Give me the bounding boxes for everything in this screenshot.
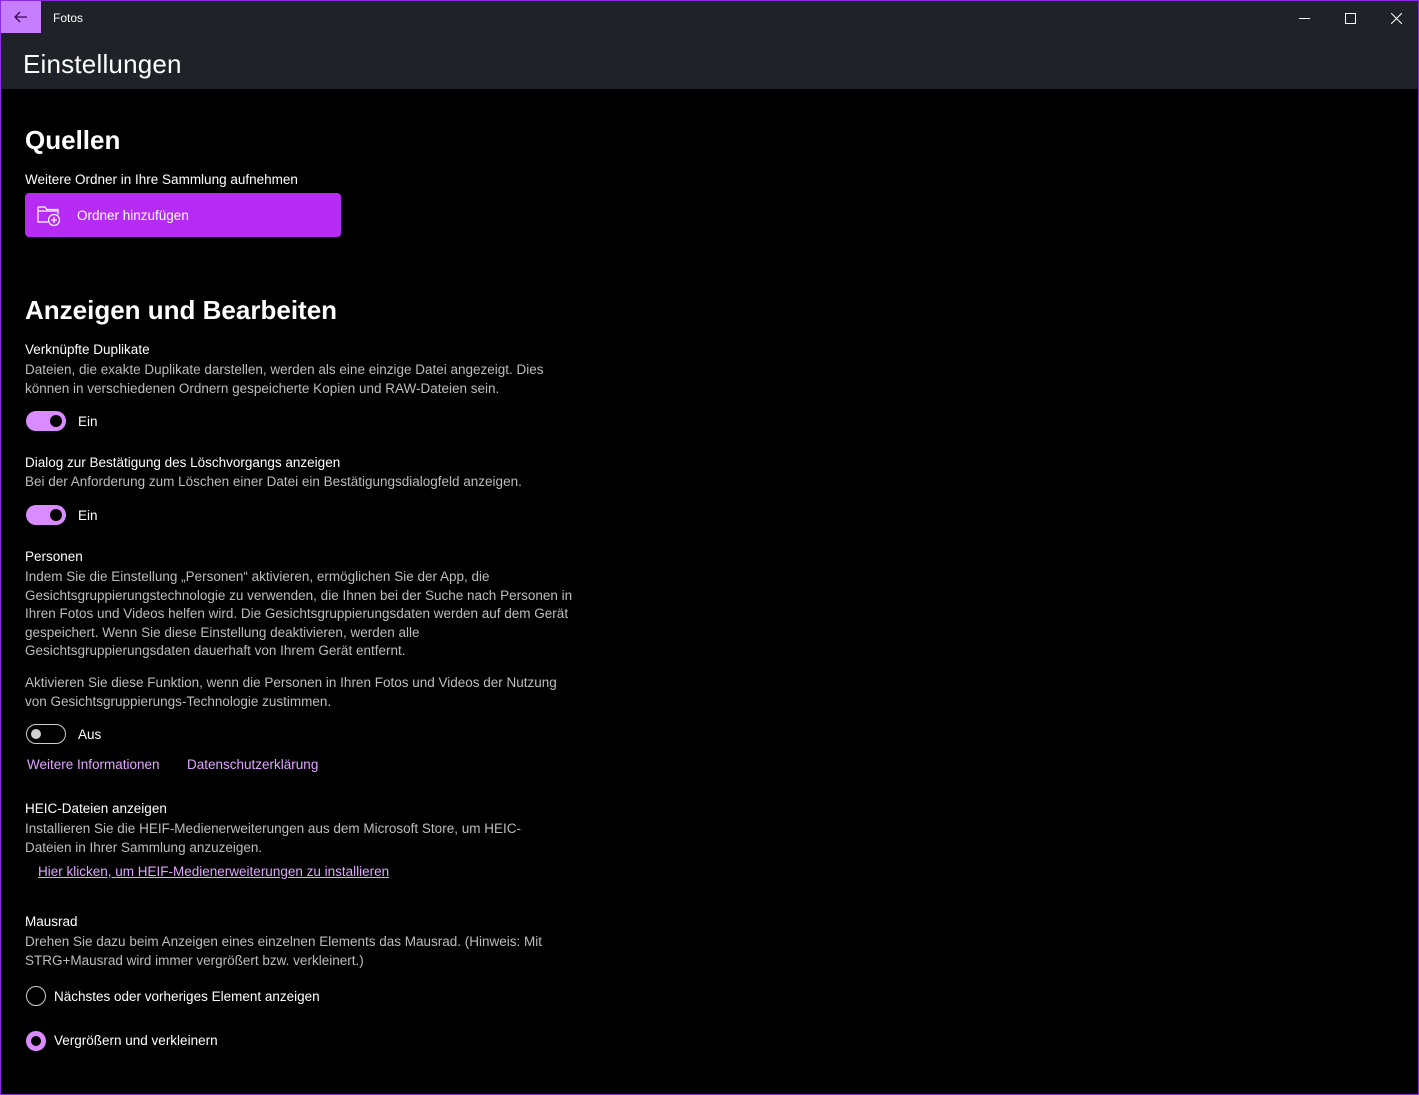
sources-heading: Quellen xyxy=(25,125,121,155)
people-toggle[interactable] xyxy=(26,724,66,744)
folder-add-icon xyxy=(35,201,63,229)
people-consent-description: Aktivieren Sie diese Funktion, wenn die … xyxy=(25,675,557,709)
people-description: Indem Sie die Einstellung „Personen“ akt… xyxy=(25,569,573,658)
heic-description: Installieren Sie die HEIF-Medienerweiter… xyxy=(25,821,521,855)
back-button[interactable] xyxy=(1,1,41,33)
radio-next-prev[interactable] xyxy=(26,986,46,1006)
mouse-wheel-description: Drehen Sie dazu beim Anzeigen eines einz… xyxy=(25,934,543,968)
people-toggle-state: Aus xyxy=(78,727,102,742)
minimize-button[interactable] xyxy=(1281,1,1327,35)
heif-install-link[interactable]: Hier klicken, um HEIF-Medienerweiterunge… xyxy=(38,864,389,879)
maximize-icon xyxy=(1344,12,1356,24)
radio-next-prev-label[interactable]: Nächstes oder vorheriges Element anzeige… xyxy=(54,989,320,1004)
maximize-button[interactable] xyxy=(1327,1,1373,35)
duplicates-toggle-state: Ein xyxy=(78,414,98,429)
delete-confirm-description: Bei der Anforderung zum Löschen einer Da… xyxy=(25,474,522,489)
radio-zoom[interactable] xyxy=(26,1031,46,1051)
app-window: Fotos Einstellungen Quellen Weitere Ordn… xyxy=(0,0,1419,1095)
toggle-knob xyxy=(50,415,62,427)
sources-subtitle: Weitere Ordner in Ihre Sammlung aufnehme… xyxy=(25,172,298,187)
minimize-icon xyxy=(1298,17,1310,19)
delete-confirm-toggle-state: Ein xyxy=(78,508,98,523)
heic-title: HEIC-Dateien anzeigen xyxy=(25,801,167,816)
page-header: Einstellungen xyxy=(1,35,1418,89)
title-bar: Fotos xyxy=(1,1,1418,35)
duplicates-description: Dateien, die exakte Duplikate darstellen… xyxy=(25,362,544,396)
delete-confirm-title: Dialog zur Bestätigung des Löschvorgangs… xyxy=(25,455,341,470)
privacy-statement-link[interactable]: Datenschutzerklärung xyxy=(187,757,318,772)
toggle-knob xyxy=(31,728,41,739)
radio-zoom-label[interactable]: Vergrößern und verkleinern xyxy=(54,1033,218,1048)
page-title: Einstellungen xyxy=(23,49,182,79)
view-edit-heading: Anzeigen und Bearbeiten xyxy=(25,295,338,325)
app-title: Fotos xyxy=(53,11,84,25)
delete-confirm-toggle[interactable] xyxy=(26,505,66,525)
people-title: Personen xyxy=(25,549,83,564)
close-button[interactable] xyxy=(1373,1,1418,35)
more-info-link[interactable]: Weitere Informationen xyxy=(27,757,160,772)
close-icon xyxy=(1390,12,1402,24)
radio-dot xyxy=(31,1036,41,1046)
add-folder-button[interactable]: Ordner hinzufügen xyxy=(25,193,341,237)
add-folder-label: Ordner hinzufügen xyxy=(77,207,189,223)
arrow-left-icon xyxy=(14,11,27,23)
toggle-knob xyxy=(50,509,62,521)
duplicates-toggle[interactable] xyxy=(26,411,66,431)
duplicates-title: Verknüpfte Duplikate xyxy=(25,342,150,357)
mouse-wheel-title: Mausrad xyxy=(25,914,78,929)
